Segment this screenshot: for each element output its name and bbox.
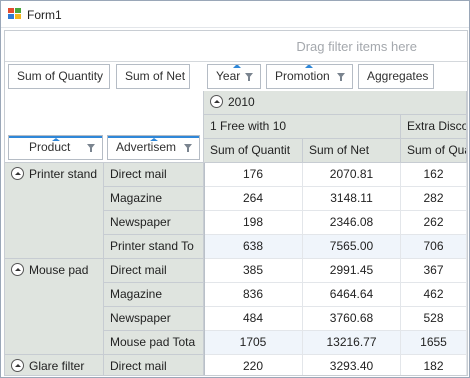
- field-label: Promotion: [275, 69, 330, 83]
- column-field-area[interactable]: Year Promotion Aggregates: [204, 62, 467, 91]
- value-cell[interactable]: 2346.08: [303, 211, 401, 235]
- field-label: Aggregates: [367, 69, 429, 83]
- filter-funnel-icon[interactable]: [245, 73, 253, 81]
- row-header-label: Mouse pad Tota: [110, 335, 196, 349]
- value-cell[interactable]: 462: [401, 283, 467, 307]
- value-cell[interactable]: 262: [401, 211, 467, 235]
- pivot-grid: Drag filter items here Sum of Quantity S…: [4, 30, 468, 376]
- value-cell[interactable]: 6464.64: [303, 283, 401, 307]
- row-header-product[interactable]: Mouse pad: [5, 259, 104, 355]
- field-label: Sum of Quantity: [17, 69, 104, 83]
- form-icon: [8, 8, 22, 20]
- total-cell[interactable]: 1655: [401, 331, 467, 355]
- row-header-label: Printer stand To: [110, 239, 194, 253]
- collapse-up-icon[interactable]: [11, 263, 24, 276]
- row-header-advertisement[interactable]: Direct mail: [104, 355, 204, 375]
- header-label: Sum of Net: [309, 143, 370, 157]
- row-header-product[interactable]: Printer stand: [5, 163, 104, 259]
- header-label: Extra Discou: [407, 119, 466, 133]
- total-cell[interactable]: 638: [204, 235, 303, 259]
- collapse-up-icon[interactable]: [11, 167, 24, 180]
- value-cell[interactable]: 3148.11: [303, 187, 401, 211]
- filter-hint: Drag filter items here: [296, 39, 417, 54]
- field-aggregates[interactable]: Aggregates: [358, 64, 434, 89]
- value-cell[interactable]: 264: [204, 187, 303, 211]
- row-header-advertisement[interactable]: Magazine: [104, 187, 204, 211]
- field-promotion[interactable]: Promotion: [266, 64, 353, 89]
- row-header-label: Printer stand: [29, 167, 98, 181]
- value-cell[interactable]: 176: [204, 163, 303, 187]
- column-header-promotion[interactable]: 1 Free with 10: [204, 115, 401, 139]
- value-cell[interactable]: 182: [401, 355, 467, 375]
- header-label: Sum of Quantit: [210, 143, 291, 157]
- header-label: 1 Free with 10: [210, 119, 287, 133]
- row-header-label: Direct mail: [110, 167, 167, 181]
- row-header-advertisement[interactable]: Magazine: [104, 283, 204, 307]
- frozen-column-divider: [204, 163, 205, 375]
- row-header-label: Direct mail: [110, 359, 167, 373]
- pivot-body: Printer stand Mouse pad Glare filter Dir…: [5, 163, 467, 375]
- window-title: Form1: [27, 8, 62, 22]
- column-header-measure[interactable]: Sum of Net: [303, 139, 401, 163]
- row-header-product[interactable]: Glare filter: [5, 355, 104, 375]
- field-label: Year: [216, 69, 241, 83]
- field-year[interactable]: Year: [207, 64, 261, 89]
- collapse-up-icon[interactable]: [210, 95, 223, 108]
- header-label: Sum of Qua: [407, 143, 467, 157]
- value-cell[interactable]: 836: [204, 283, 303, 307]
- value-cell[interactable]: 367: [401, 259, 467, 283]
- row-header-advertisement[interactable]: Newspaper: [104, 307, 204, 331]
- form-window: Form1 Drag filter items here Sum of Quan…: [0, 0, 470, 378]
- value-cell[interactable]: 2991.45: [303, 259, 401, 283]
- value-cell[interactable]: 162: [401, 163, 467, 187]
- value-cell[interactable]: 220: [204, 355, 303, 375]
- row-header-label: Newspaper: [110, 311, 171, 325]
- value-cell[interactable]: 385: [204, 259, 303, 283]
- column-headers: 2010 1 Free with 10 Extra Discou Sum of …: [5, 91, 467, 163]
- filter-drop-area[interactable]: Drag filter items here: [5, 31, 467, 62]
- filter-funnel-icon[interactable]: [337, 73, 345, 81]
- column-header-measure[interactable]: Sum of Qua: [401, 139, 467, 163]
- row-header-label: Glare filter: [29, 359, 85, 373]
- value-cell[interactable]: 3293.40: [303, 355, 401, 375]
- field-sum-of-net[interactable]: Sum of Net: [116, 64, 190, 89]
- total-cell[interactable]: 706: [401, 235, 467, 259]
- row-header-label: Magazine: [110, 287, 163, 301]
- title-bar[interactable]: Form1: [1, 1, 469, 28]
- field-sum-of-quantity[interactable]: Sum of Quantity: [8, 64, 110, 89]
- total-cell[interactable]: 7565.00: [303, 235, 401, 259]
- row-header-advertisement[interactable]: Direct mail: [104, 259, 204, 283]
- column-header-measure[interactable]: Sum of Quantit: [204, 139, 303, 163]
- header-label: 2010: [228, 95, 255, 109]
- row-header-label: Direct mail: [110, 263, 167, 277]
- column-header-year[interactable]: 2010: [204, 91, 467, 115]
- value-cell[interactable]: 198: [204, 211, 303, 235]
- total-cell[interactable]: 13216.77: [303, 331, 401, 355]
- row-header-label: Magazine: [110, 191, 163, 205]
- row-header-advertisement[interactable]: Newspaper: [104, 211, 204, 235]
- value-cell[interactable]: 3760.68: [303, 307, 401, 331]
- sort-indicator-icon: [233, 65, 241, 68]
- value-cell[interactable]: 484: [204, 307, 303, 331]
- row-header-advertisement[interactable]: Direct mail: [104, 163, 204, 187]
- column-header-promotion[interactable]: Extra Discou: [401, 115, 467, 139]
- total-cell[interactable]: 1705: [204, 331, 303, 355]
- row-header-total[interactable]: Printer stand To: [104, 235, 204, 259]
- value-cell[interactable]: 2070.81: [303, 163, 401, 187]
- row-header-total[interactable]: Mouse pad Tota: [104, 331, 204, 355]
- row-header-label: Mouse pad: [29, 263, 89, 277]
- sort-indicator-icon: [305, 65, 313, 68]
- collapse-up-icon[interactable]: [11, 359, 24, 372]
- row-header-label: Newspaper: [110, 215, 171, 229]
- field-label: Sum of Net: [125, 69, 186, 83]
- value-cell[interactable]: 528: [401, 307, 467, 331]
- value-cell[interactable]: 282: [401, 187, 467, 211]
